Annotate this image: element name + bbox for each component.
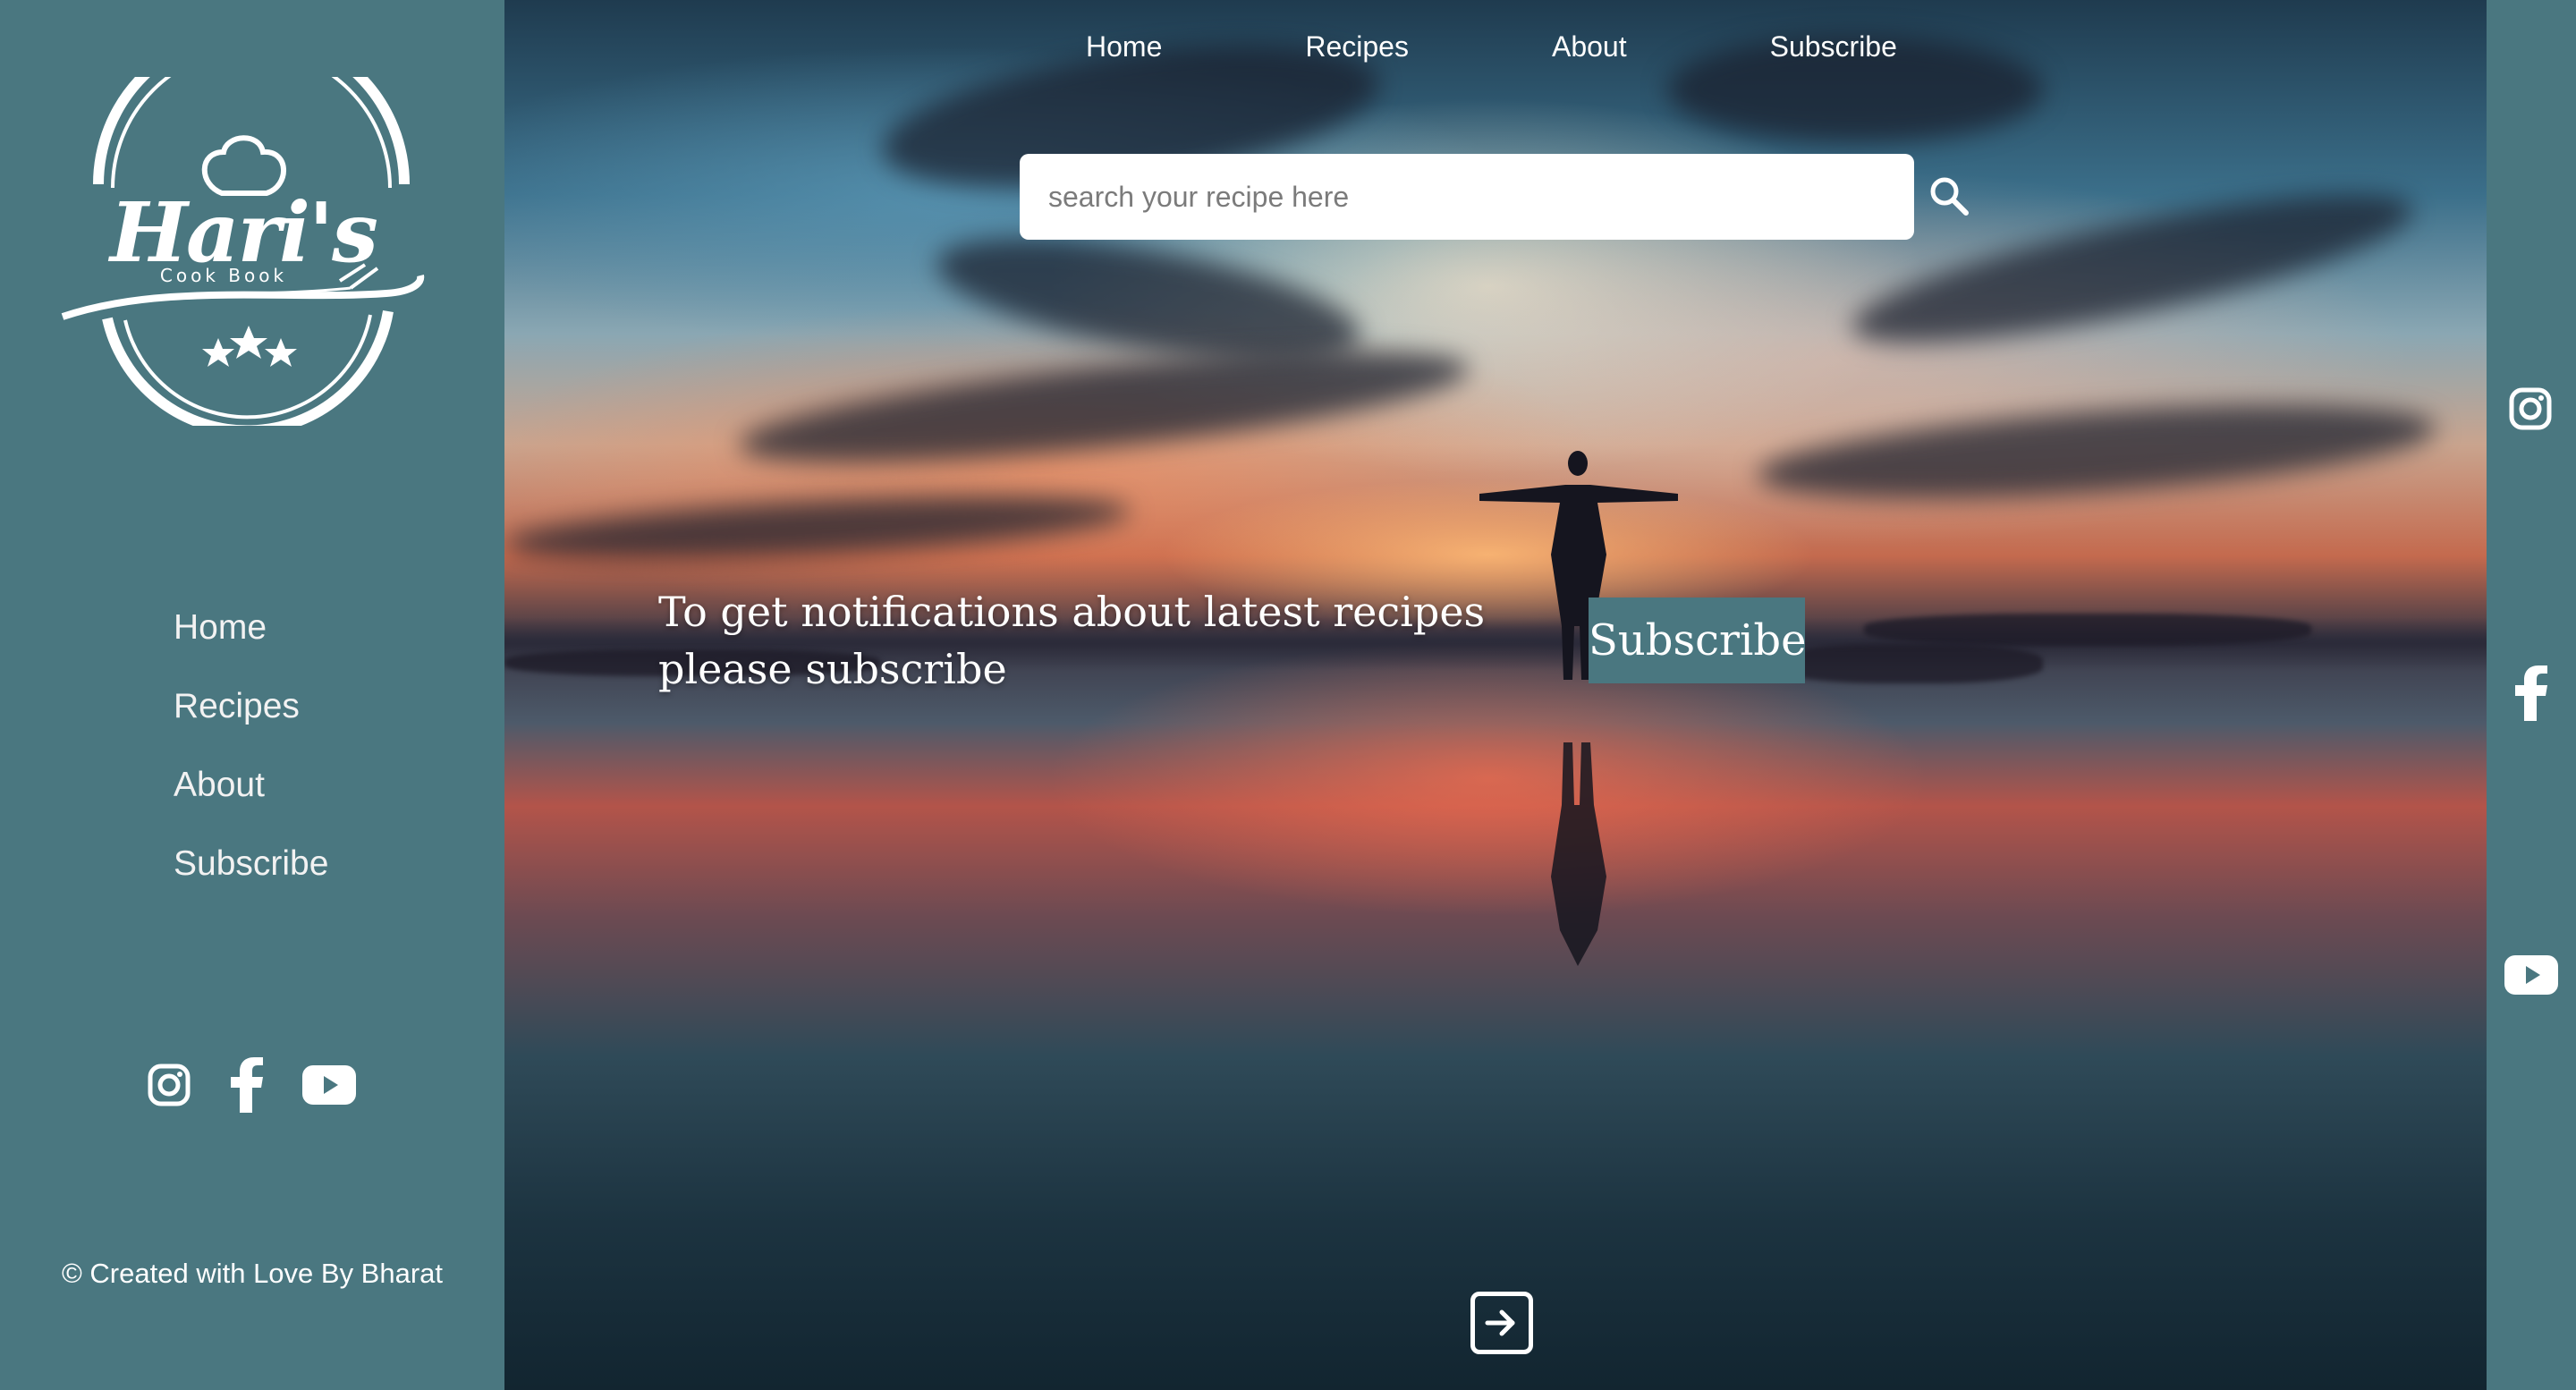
sidebar-nav: Home Recipes About Subscribe (174, 601, 328, 916)
sidebar-social-links (147, 1057, 356, 1117)
sidebar: Hari's Cook Book Home Recipes About Subs… (0, 0, 504, 1390)
top-nav-subscribe[interactable]: Subscribe (1770, 30, 1897, 64)
youtube-icon[interactable] (2504, 955, 2558, 999)
arrow-right-square-icon[interactable] (1470, 1292, 1533, 1354)
sidebar-link-home[interactable]: Home (174, 601, 328, 680)
top-nav-recipes[interactable]: Recipes (1305, 30, 1409, 64)
facebook-icon[interactable] (229, 1057, 265, 1117)
youtube-icon[interactable] (302, 1065, 356, 1109)
facebook-icon[interactable] (2513, 665, 2549, 725)
right-social-strip (2487, 0, 2576, 1390)
hero-section: Home Recipes About Subscribe To get noti… (504, 0, 2487, 1390)
search-icon[interactable] (1928, 175, 1970, 216)
brand-tagline: Cook Book (159, 265, 288, 286)
subscribe-prompt: To get notifications about latest recipe… (658, 588, 1486, 693)
brand-logo[interactable]: Hari's Cook Book (55, 26, 431, 436)
sidebar-link-recipes[interactable]: Recipes (174, 680, 328, 759)
sidebar-link-about[interactable]: About (174, 759, 328, 837)
search-input[interactable] (1020, 154, 1914, 240)
top-nav-about[interactable]: About (1552, 30, 1627, 64)
subscribe-button[interactable]: Subscribe (1589, 598, 1806, 683)
instagram-icon[interactable] (2508, 386, 2553, 436)
sidebar-link-subscribe[interactable]: Subscribe (174, 837, 328, 916)
top-nav-home[interactable]: Home (1086, 30, 1162, 64)
top-nav: Home Recipes About Subscribe (1086, 30, 1897, 64)
footer-credit: © Created with Love By Bharat (61, 1258, 444, 1289)
instagram-icon[interactable] (147, 1063, 191, 1112)
